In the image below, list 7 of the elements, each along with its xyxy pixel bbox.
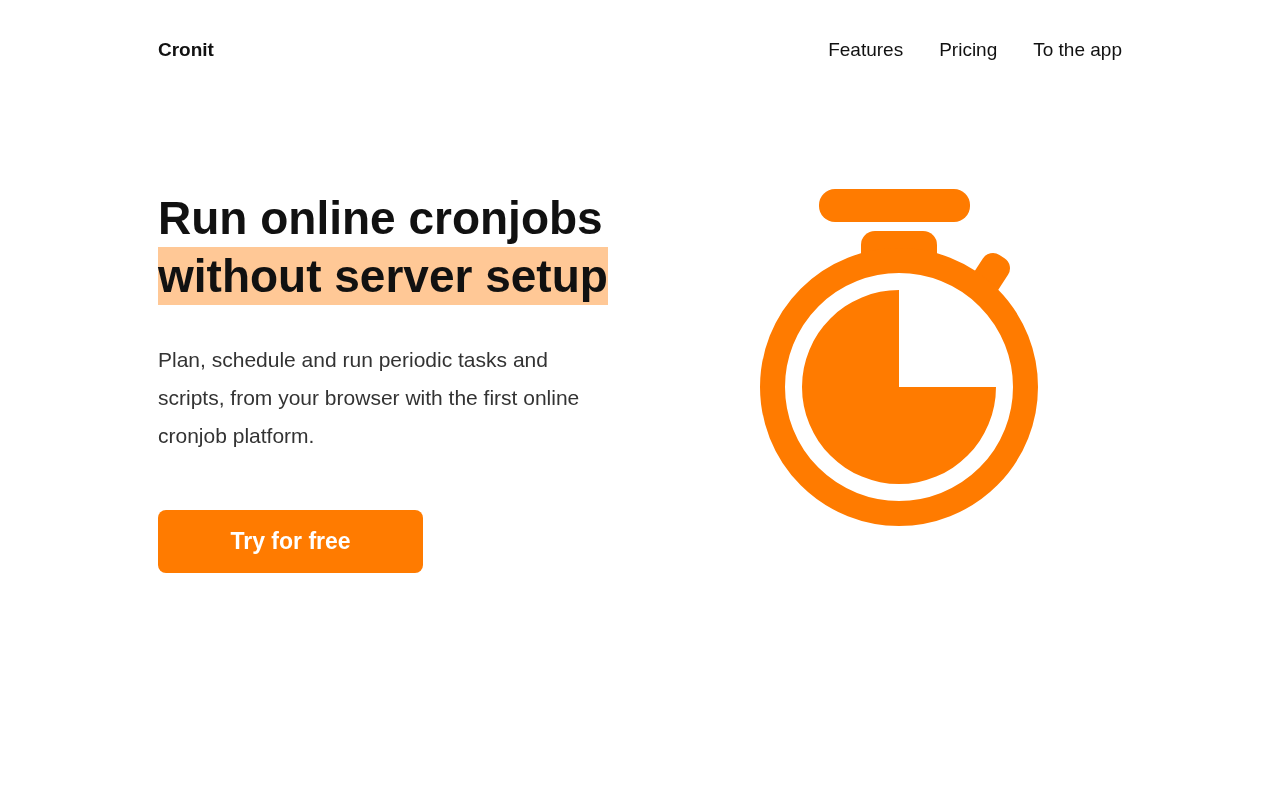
nav-link[interactable]: Pricing	[939, 36, 998, 65]
nav-link[interactable]: Features	[828, 36, 904, 65]
stopwatch-icon	[758, 186, 1040, 527]
hero-description: Plan, schedule and run periodic tasks and scripts, from your browser with the first online cronjob platform.	[158, 346, 581, 449]
nav-link[interactable]: To the app	[1033, 36, 1122, 65]
brand-logo[interactable]: Cronit	[158, 36, 214, 65]
headline-line: Run online cronjobs	[158, 190, 603, 246]
